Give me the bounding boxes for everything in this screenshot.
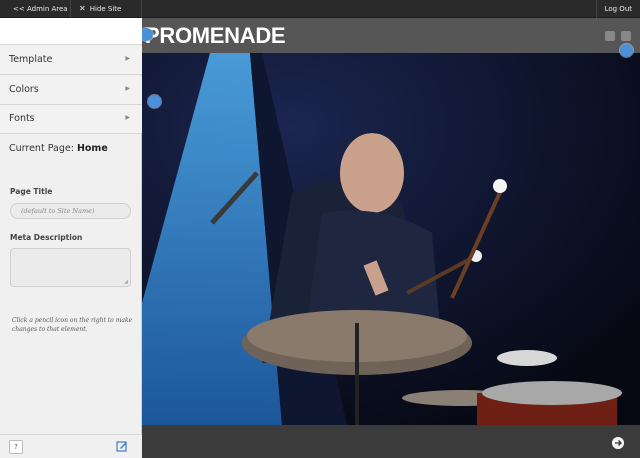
chevron-right-icon: ▶: [125, 114, 130, 121]
sidebar-footer: ?: [0, 434, 142, 458]
sidebar-search-bar[interactable]: [0, 18, 142, 45]
edit-hint-text: Click a pencil icon on the right to make…: [12, 317, 133, 333]
meta-description-field[interactable]: ◢: [10, 248, 131, 287]
menu-item-colors[interactable]: Colors ▶: [0, 76, 142, 105]
menu-item-fonts[interactable]: Fonts ▶: [0, 105, 142, 134]
site-builder-sidebar: Template ▶ Colors ▶ Fonts ▶ Current Page…: [0, 18, 142, 458]
resize-handle-icon[interactable]: ◢: [124, 279, 128, 285]
menu-item-label: Template: [9, 54, 53, 65]
menu-item-label: Colors: [9, 84, 39, 95]
pencil-icon[interactable]: [620, 44, 633, 57]
search-icon[interactable]: [621, 31, 631, 41]
pencil-icon[interactable]: [148, 95, 161, 108]
admin-area-link[interactable]: << Admin Area: [5, 0, 76, 18]
menu-icon[interactable]: [605, 31, 615, 41]
menu-item-label: Fonts: [9, 113, 35, 124]
arrow-right-icon[interactable]: [612, 437, 624, 449]
hero-image: [142, 53, 640, 425]
site-preview: PROMENADE: [142, 18, 640, 458]
site-header: PROMENADE: [142, 18, 640, 53]
close-icon: ✕: [79, 4, 86, 13]
site-logo: PROMENADE: [145, 23, 286, 48]
meta-description-label: Meta Description: [10, 233, 83, 242]
edit-icon[interactable]: [116, 440, 128, 452]
current-page-prefix: Current Page:: [9, 143, 74, 154]
menu-item-template[interactable]: Template ▶: [0, 46, 142, 75]
logout-link[interactable]: Log Out: [595, 0, 640, 18]
drummer-photo: [142, 53, 640, 425]
hide-site-builder-button[interactable]: ✕Hide Site Builder: [70, 0, 142, 31]
current-page: Current Page: Home: [9, 143, 108, 154]
chevron-right-icon: ▶: [125, 55, 130, 62]
site-footer: [142, 425, 640, 458]
current-page-name: Home: [76, 143, 108, 154]
admin-topbar: << Admin Area ✕Hide Site Builder Log Out: [0, 0, 640, 31]
page-title-label: Page Title: [10, 187, 53, 196]
page-title-input[interactable]: (default to Site Name): [10, 203, 131, 219]
chevron-right-icon: ▶: [125, 85, 130, 92]
help-button[interactable]: ?: [9, 440, 23, 454]
